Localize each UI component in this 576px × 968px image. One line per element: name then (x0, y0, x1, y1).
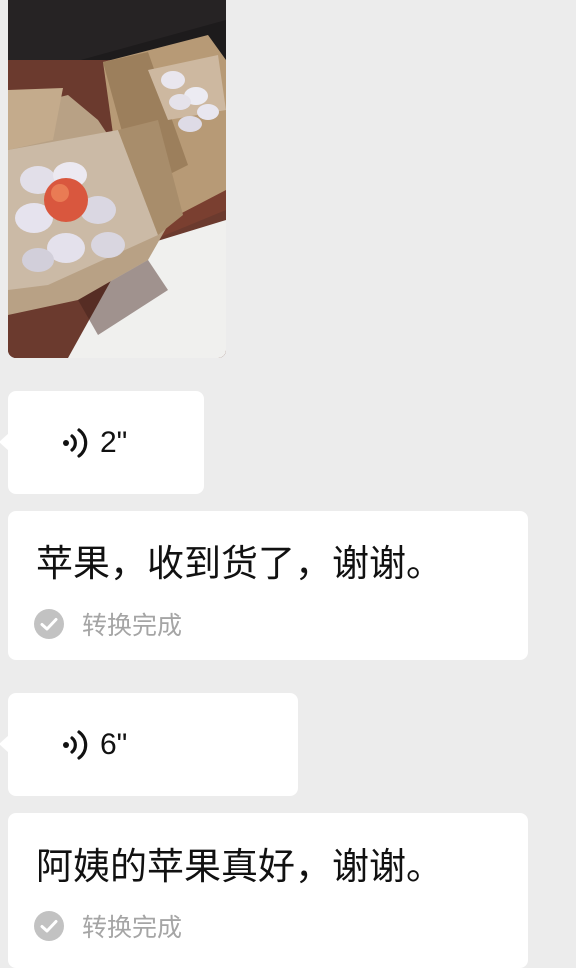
voice-message[interactable]: 2" (0, 391, 204, 494)
apples-in-boxes-image (8, 0, 226, 358)
voice-wave-icon (63, 730, 88, 760)
bubble-tail (0, 735, 9, 753)
check-circle-icon (34, 609, 64, 639)
voice-message[interactable]: 6" (0, 693, 298, 796)
status-label: 转换完成 (82, 913, 183, 942)
voice-wave-icon (63, 428, 88, 458)
transcript-status: 转换完成 (34, 909, 182, 943)
photo-message[interactable] (8, 0, 226, 358)
transcript-text: 苹果，收到货了，谢谢。 (36, 542, 443, 585)
check-circle-icon (34, 911, 64, 941)
transcript-status: 转换完成 (34, 607, 182, 641)
voice-duration: 2" (100, 426, 128, 459)
status-label: 转换完成 (82, 611, 183, 640)
transcript-card[interactable]: 阿姨的苹果真好，谢谢。 转换完成 (8, 813, 528, 968)
bubble-tail (0, 433, 9, 451)
transcript-text: 阿姨的苹果真好，谢谢。 (36, 845, 443, 888)
voice-duration: 6" (100, 728, 128, 761)
transcript-card[interactable]: 苹果，收到货了，谢谢。 转换完成 (8, 511, 528, 660)
